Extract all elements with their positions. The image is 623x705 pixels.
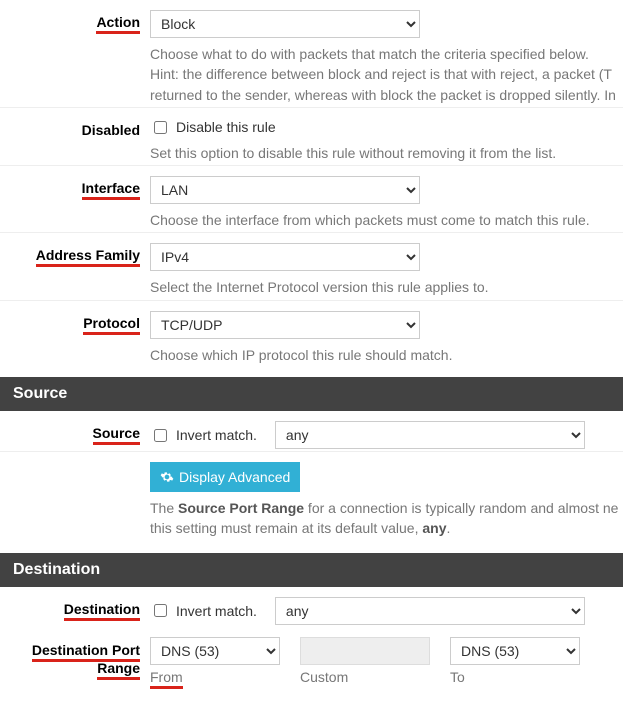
- help-addrfamily: Select the Internet Protocol version thi…: [150, 277, 623, 297]
- source-invert-label[interactable]: Invert match.: [150, 426, 257, 445]
- interface-select[interactable]: LAN: [150, 176, 420, 204]
- label-protocol: Protocol: [0, 311, 150, 331]
- dport-to-sub: To: [450, 669, 580, 685]
- section-source: Source: [0, 377, 623, 411]
- disabled-checkbox-text: Disable this rule: [176, 119, 276, 135]
- label-addrfamily: Address Family: [0, 243, 150, 263]
- row-destination-port: Destination Port Range DNS (53) From Cus…: [0, 627, 623, 691]
- dport-from-select[interactable]: DNS (53): [150, 637, 280, 665]
- destination-type-select[interactable]: any: [275, 597, 585, 625]
- help-disabled: Set this option to disable this rule wit…: [150, 143, 623, 163]
- section-destination: Destination: [0, 553, 623, 587]
- row-source: Source Invert match. any: [0, 411, 623, 452]
- row-action: Action Block Choose what to do with pack…: [0, 0, 623, 108]
- dport-to-select[interactable]: DNS (53): [450, 637, 580, 665]
- source-type-select[interactable]: any: [275, 421, 585, 449]
- label-destination-port: Destination Port Range: [0, 637, 150, 677]
- label-disabled: Disabled: [0, 118, 150, 138]
- source-invert-checkbox[interactable]: [154, 429, 167, 442]
- protocol-select[interactable]: TCP/UDP: [150, 311, 420, 339]
- help-source-adv: The Source Port Range for a connection i…: [150, 498, 623, 539]
- row-destination: Destination Invert match. any: [0, 587, 623, 627]
- label-action: Action: [0, 10, 150, 30]
- row-source-adv: Display Advanced The Source Port Range f…: [0, 452, 623, 553]
- destination-invert-label[interactable]: Invert match.: [150, 601, 257, 620]
- dport-from-sub: From: [150, 669, 183, 689]
- action-select[interactable]: Block: [150, 10, 420, 38]
- row-interface: Interface LAN Choose the interface from …: [0, 166, 623, 233]
- help-interface: Choose the interface from which packets …: [150, 210, 623, 230]
- destination-invert-checkbox[interactable]: [154, 604, 167, 617]
- destination-invert-text: Invert match.: [176, 603, 257, 619]
- source-invert-text: Invert match.: [176, 427, 257, 443]
- dport-custom-input: [300, 637, 430, 665]
- disabled-checkbox[interactable]: [154, 121, 167, 134]
- gear-icon: [160, 470, 174, 484]
- label-interface: Interface: [0, 176, 150, 196]
- label-source: Source: [0, 421, 150, 441]
- display-advanced-button[interactable]: Display Advanced: [150, 462, 300, 492]
- help-protocol: Choose which IP protocol this rule shoul…: [150, 345, 623, 365]
- dport-custom-sub: Custom: [300, 669, 430, 685]
- row-disabled: Disabled Disable this rule Set this opti…: [0, 108, 623, 166]
- label-destination: Destination: [0, 597, 150, 617]
- help-action: Choose what to do with packets that matc…: [150, 44, 623, 105]
- addrfamily-select[interactable]: IPv4: [150, 243, 420, 271]
- display-advanced-label: Display Advanced: [179, 469, 290, 485]
- disabled-checkbox-label[interactable]: Disable this rule: [150, 118, 276, 137]
- row-protocol: Protocol TCP/UDP Choose which IP protoco…: [0, 301, 623, 377]
- row-addrfamily: Address Family IPv4 Select the Internet …: [0, 233, 623, 300]
